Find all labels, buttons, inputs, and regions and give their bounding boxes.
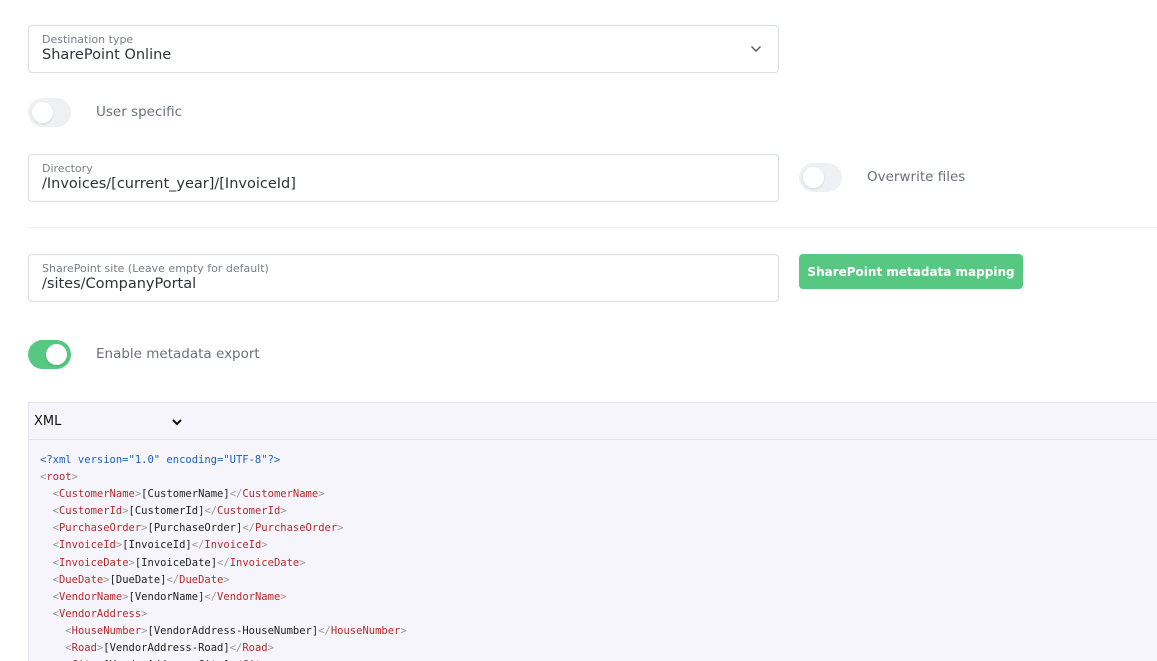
directory-label: Directory [42,162,93,175]
code-line: <VendorAddress> [52,607,148,620]
code-line: <root> [40,471,78,484]
overwrite-files-label: Overwrite files [867,169,966,185]
format-select[interactable]: XML [34,413,184,431]
editor-toolbar: XML [29,403,1157,440]
code-line: <DueDate>[DueDate]</DueDate> [52,573,230,586]
format-select-value: XML [34,414,62,429]
code-line: <CustomerName>[CustomerName]</CustomerNa… [52,488,325,501]
sharepoint-site-field[interactable]: SharePoint site (Leave empty for default… [28,254,779,302]
code-line: <InvoiceId>[InvoiceId]</InvoiceId> [52,539,268,552]
chevron-down-icon [751,46,761,52]
code-line: <InvoiceDate>[InvoiceDate]</InvoiceDate> [52,556,306,569]
user-specific-label: User specific [96,104,183,120]
code-line: <Road>[VendorAddress-Road]</Road> [65,642,274,655]
toggle-knob [803,167,824,188]
directory-input[interactable] [42,176,742,192]
overwrite-files-toggle[interactable] [799,163,842,192]
code-line: <PurchaseOrder>[PurchaseOrder]</Purchase… [52,522,344,535]
directory-field[interactable]: Directory [28,154,779,202]
code-line: <?xml version="1.0" encoding="UTF-8"?> [40,454,281,466]
destination-type-select[interactable]: Destination type SharePoint Online [28,25,779,73]
code-line: <HouseNumber>[VendorAddress-HouseNumber]… [65,624,407,637]
destination-type-label: Destination type [42,33,134,46]
section-divider [28,227,1157,228]
destination-type-value: SharePoint Online [42,47,172,63]
metadata-export-toggle[interactable] [28,340,71,369]
code-content[interactable]: <?xml version="1.0" encoding="UTF-8"?> <r… [40,452,407,661]
code-line: <CustomerId>[CustomerId]</CustomerId> [52,505,287,518]
sharepoint-site-label: SharePoint site (Leave empty for default… [42,262,269,275]
sharepoint-metadata-mapping-button[interactable]: SharePoint metadata mapping [799,254,1023,289]
sharepoint-site-input[interactable] [42,276,742,292]
code-line: <VendorName>[VendorName]</VendorName> [52,590,287,603]
toggle-knob [32,102,53,123]
toggle-knob [46,344,67,365]
code-line: <City>[VendorAddress-City]</City> [40,657,407,661]
user-specific-toggle[interactable] [28,98,71,127]
metadata-template-editor[interactable]: XML <?xml version="1.0" encoding="UTF-8"… [28,402,1157,661]
metadata-export-label: Enable metadata export [96,346,260,362]
chevron-down-icon [172,419,182,426]
